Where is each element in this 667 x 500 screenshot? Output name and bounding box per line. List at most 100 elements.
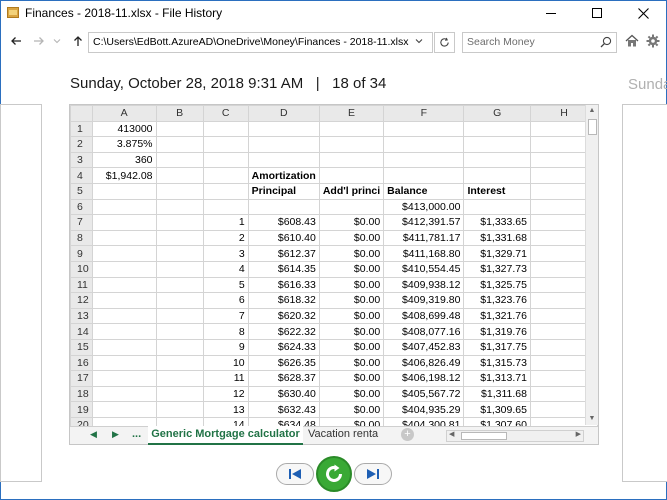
column-header[interactable]: F bbox=[383, 105, 465, 122]
table-cell[interactable]: 5 bbox=[202, 276, 249, 294]
row-header[interactable]: 8 bbox=[70, 229, 93, 247]
table-cell[interactable]: $630.40 bbox=[247, 385, 320, 403]
table-cell[interactable]: $1,315.73 bbox=[463, 354, 531, 372]
table-cell[interactable] bbox=[202, 151, 249, 169]
table-cell[interactable]: $1,309.65 bbox=[463, 401, 531, 418]
table-cell[interactable]: $620.32 bbox=[247, 307, 320, 325]
row-header[interactable]: 9 bbox=[70, 245, 93, 262]
table-cell[interactable]: 12 bbox=[202, 385, 249, 403]
table-cell[interactable] bbox=[202, 167, 249, 184]
table-cell[interactable]: $608.43 bbox=[247, 214, 320, 231]
table-cell[interactable]: $0.00 bbox=[318, 338, 385, 356]
row-header[interactable]: 6 bbox=[70, 198, 93, 216]
table-cell[interactable]: $0.00 bbox=[318, 214, 385, 231]
table-cell[interactable]: Amortization bbox=[247, 167, 320, 184]
table-cell[interactable] bbox=[155, 338, 204, 356]
table-cell[interactable] bbox=[463, 120, 531, 138]
previous-version-preview[interactable] bbox=[0, 104, 42, 482]
table-cell[interactable] bbox=[155, 245, 204, 262]
close-button[interactable] bbox=[620, 1, 666, 25]
table-cell[interactable] bbox=[91, 229, 157, 247]
table-cell[interactable] bbox=[318, 198, 385, 216]
table-cell[interactable] bbox=[318, 136, 385, 153]
row-header[interactable]: 19 bbox=[70, 401, 93, 418]
row-header[interactable]: 3 bbox=[70, 151, 93, 169]
table-cell[interactable] bbox=[91, 276, 157, 294]
table-cell[interactable] bbox=[155, 198, 204, 216]
scroll-up-icon[interactable]: ▲ bbox=[586, 105, 598, 117]
table-cell[interactable] bbox=[91, 385, 157, 403]
table-cell[interactable]: $411,781.17 bbox=[383, 229, 465, 247]
table-cell[interactable] bbox=[155, 292, 204, 309]
forward-button[interactable] bbox=[31, 33, 47, 49]
table-cell[interactable]: Principal bbox=[247, 182, 320, 200]
row-header[interactable]: 11 bbox=[70, 276, 93, 294]
home-icon[interactable] bbox=[625, 34, 639, 48]
table-cell[interactable]: $614.35 bbox=[247, 260, 320, 278]
row-header[interactable]: 15 bbox=[70, 338, 93, 356]
row-header[interactable]: 1 bbox=[70, 120, 93, 138]
search-icon[interactable] bbox=[600, 36, 612, 48]
gear-icon[interactable] bbox=[646, 34, 660, 48]
table-cell[interactable] bbox=[383, 120, 465, 138]
table-cell[interactable]: $0.00 bbox=[318, 370, 385, 387]
column-header[interactable]: B bbox=[155, 105, 204, 122]
table-cell[interactable]: $0.00 bbox=[318, 323, 385, 340]
table-cell[interactable] bbox=[91, 292, 157, 309]
table-cell[interactable] bbox=[318, 151, 385, 169]
column-header[interactable]: C bbox=[202, 105, 249, 122]
table-cell[interactable] bbox=[91, 323, 157, 340]
table-cell[interactable] bbox=[202, 182, 249, 200]
row-header[interactable]: 17 bbox=[70, 370, 93, 387]
row-header[interactable]: 7 bbox=[70, 214, 93, 231]
table-cell[interactable] bbox=[202, 136, 249, 153]
table-cell[interactable]: $1,321.76 bbox=[463, 307, 531, 325]
table-cell[interactable]: $0.00 bbox=[318, 229, 385, 247]
table-cell[interactable]: 4 bbox=[202, 260, 249, 278]
table-cell[interactable]: $1,325.75 bbox=[463, 276, 531, 294]
table-cell[interactable]: 8 bbox=[202, 323, 249, 340]
next-version-preview[interactable] bbox=[622, 104, 667, 482]
table-cell[interactable]: $1,311.68 bbox=[463, 385, 531, 403]
tab-scroll-right-icon[interactable]: ▶ bbox=[112, 429, 119, 440]
table-cell[interactable]: $1,331.68 bbox=[463, 229, 531, 247]
table-cell[interactable]: 11 bbox=[202, 370, 249, 387]
table-cell[interactable]: Add'l princi bbox=[318, 182, 385, 200]
table-cell[interactable]: $408,699.48 bbox=[383, 307, 465, 325]
row-header[interactable]: 12 bbox=[70, 292, 93, 309]
table-cell[interactable]: 9 bbox=[202, 338, 249, 356]
table-cell[interactable] bbox=[247, 120, 320, 138]
table-cell[interactable]: $1,329.71 bbox=[463, 245, 531, 262]
table-cell[interactable] bbox=[155, 260, 204, 278]
row-header[interactable]: 18 bbox=[70, 385, 93, 403]
table-cell[interactable]: $0.00 bbox=[318, 260, 385, 278]
table-cell[interactable]: $1,317.75 bbox=[463, 338, 531, 356]
table-cell[interactable] bbox=[202, 198, 249, 216]
scroll-down-icon[interactable]: ▼ bbox=[586, 413, 598, 425]
table-cell[interactable]: $0.00 bbox=[318, 292, 385, 309]
previous-version-button[interactable] bbox=[276, 463, 314, 485]
column-header[interactable]: G bbox=[463, 105, 531, 122]
tab-vacation-rental[interactable]: Vacation renta bbox=[308, 428, 378, 440]
table-cell[interactable] bbox=[318, 120, 385, 138]
table-cell[interactable]: $405,567.72 bbox=[383, 385, 465, 403]
select-all-corner[interactable] bbox=[70, 105, 93, 122]
table-cell[interactable]: 7 bbox=[202, 307, 249, 325]
table-cell[interactable]: $1,323.76 bbox=[463, 292, 531, 309]
table-cell[interactable]: $411,168.80 bbox=[383, 245, 465, 262]
table-cell[interactable]: $404,935.29 bbox=[383, 401, 465, 418]
table-cell[interactable]: $622.32 bbox=[247, 323, 320, 340]
table-cell[interactable]: $612.37 bbox=[247, 245, 320, 262]
table-cell[interactable] bbox=[247, 151, 320, 169]
restore-button[interactable] bbox=[316, 456, 352, 492]
table-cell[interactable]: $1,327.73 bbox=[463, 260, 531, 278]
table-cell[interactable]: $410,554.45 bbox=[383, 260, 465, 278]
table-cell[interactable] bbox=[155, 307, 204, 325]
search-input[interactable]: Search Money bbox=[462, 32, 617, 53]
up-button[interactable] bbox=[70, 33, 86, 49]
recent-locations-button[interactable] bbox=[49, 33, 65, 49]
table-cell[interactable] bbox=[155, 401, 204, 418]
table-cell[interactable] bbox=[155, 354, 204, 372]
table-cell[interactable]: $412,391.57 bbox=[383, 214, 465, 231]
table-cell[interactable]: $610.40 bbox=[247, 229, 320, 247]
